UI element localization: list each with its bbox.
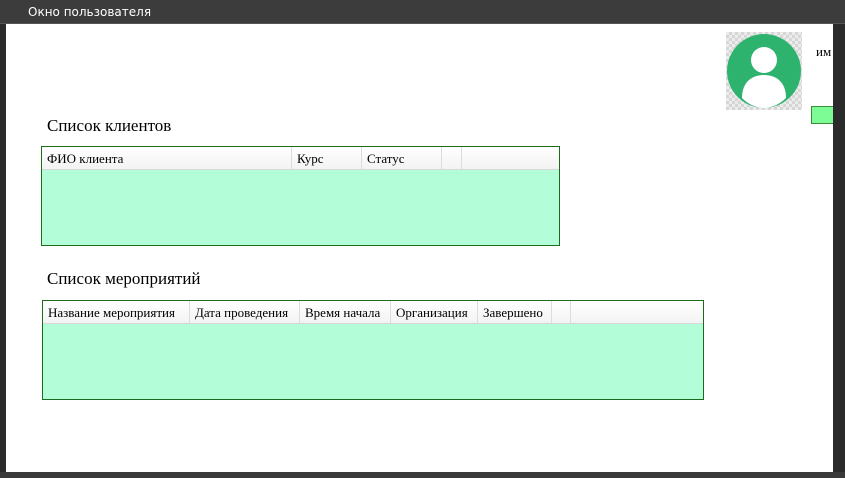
avatar [726, 32, 802, 110]
events-col-start-time[interactable]: Время начала [300, 301, 391, 323]
events-header-filler [571, 301, 703, 323]
clients-grid-header: ФИО клиента Курс Статус [42, 147, 559, 170]
clients-col-status[interactable]: Статус [362, 147, 442, 169]
events-col-extra [552, 301, 571, 323]
taskbar [0, 472, 845, 478]
events-col-date[interactable]: Дата проведения [190, 301, 300, 323]
window-title: Окно пользователя [28, 5, 152, 19]
user-action-button[interactable] [811, 106, 833, 124]
clients-col-fio[interactable]: ФИО клиента [42, 147, 292, 169]
window-content: им Список клиентов ФИО клиента Курс Стат… [6, 24, 833, 472]
events-col-organization[interactable]: Организация [391, 301, 478, 323]
clients-col-extra [442, 147, 462, 169]
events-title: Список мероприятий [47, 269, 201, 288]
title-bar: Окно пользователя [0, 0, 845, 24]
events-col-completed[interactable]: Завершено [478, 301, 552, 323]
clients-col-course[interactable]: Курс [292, 147, 362, 169]
window-right-border [833, 24, 845, 472]
clients-grid[interactable]: ФИО клиента Курс Статус [41, 146, 560, 246]
events-grid-header: Название мероприятия Дата проведения Вре… [43, 301, 703, 324]
user-avatar-icon [727, 34, 801, 108]
events-grid[interactable]: Название мероприятия Дата проведения Вре… [42, 300, 704, 400]
clients-title: Список клиентов [47, 116, 172, 135]
user-name-label: им [816, 44, 832, 59]
clients-header-filler [462, 147, 559, 169]
events-col-name[interactable]: Название мероприятия [43, 301, 190, 323]
